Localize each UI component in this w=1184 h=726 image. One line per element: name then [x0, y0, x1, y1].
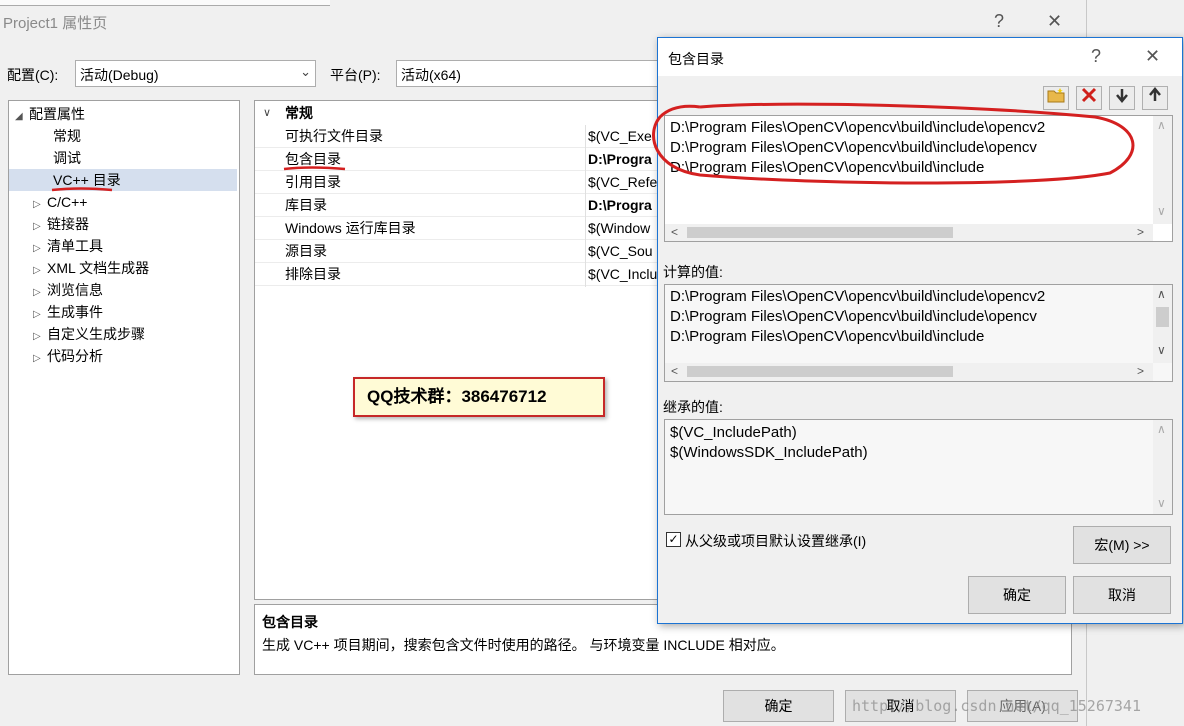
tree-item-label: 代码分析	[47, 348, 103, 364]
underline-vc-dirs	[51, 187, 113, 192]
tree-item-label: XML 文档生成器	[47, 260, 150, 276]
scroll-thumb[interactable]	[1156, 307, 1169, 327]
list-item: D:\Program Files\OpenCV\opencv\build\inc…	[670, 328, 985, 345]
list-item: $(WindowsSDK_IncludePath)	[670, 444, 868, 461]
close-icon[interactable]: ✕	[1047, 11, 1062, 32]
tree-item[interactable]: ▷ 自定义生成步骤	[33, 323, 145, 345]
tree-item[interactable]: ▷ XML 文档生成器	[33, 257, 149, 279]
scroll-left-icon[interactable]: <	[671, 225, 678, 239]
property-value: $(VC_Inclu	[588, 266, 658, 282]
property-name: Windows 运行库目录	[285, 220, 416, 236]
macro-button[interactable]: 宏(M) >>	[1073, 526, 1171, 564]
horizontal-scrollbar[interactable]: < >	[665, 224, 1153, 241]
property-row[interactable]: Windows 运行库目录 $(Window	[255, 217, 675, 240]
tree-item[interactable]: ▷ 生成事件	[33, 301, 103, 323]
tree-item-label: 链接器	[47, 216, 89, 232]
scroll-right-icon[interactable]: >	[1137, 225, 1144, 239]
inherited-label: 继承的值:	[663, 399, 723, 415]
dialog-titlebar: 包含目录 ? ✕	[658, 38, 1182, 76]
scroll-right-icon[interactable]: >	[1137, 364, 1144, 378]
scroll-down-icon[interactable]: ∨	[1157, 204, 1166, 218]
watermark: http://blog.csdn.net/qq_15267341	[852, 697, 1141, 715]
inherited-list: $(VC_IncludePath) $(WindowsSDK_IncludePat…	[664, 419, 1173, 515]
vertical-scrollbar[interactable]: ∧ ∨	[1153, 116, 1172, 224]
tree-item-label: 清单工具	[47, 238, 103, 254]
property-row[interactable]: 源目录 $(VC_Sou	[255, 240, 675, 263]
scroll-down-icon[interactable]: ∨	[1157, 496, 1166, 510]
inherit-checkbox-label[interactable]: 从父级或项目默认设置继承(I)	[685, 531, 866, 551]
computed-label: 计算的值:	[663, 264, 723, 280]
scroll-left-icon[interactable]: <	[671, 364, 678, 378]
tree-item-label: 生成事件	[47, 304, 103, 320]
tree-item[interactable]: ▷ 代码分析	[33, 345, 103, 367]
list-item: D:\Program Files\OpenCV\opencv\build\inc…	[670, 308, 1037, 325]
property-name: 源目录	[285, 243, 327, 259]
dialog-help-button[interactable]: ?	[1091, 46, 1101, 67]
property-value: $(Window	[588, 220, 651, 236]
list-item: $(VC_IncludePath)	[670, 424, 797, 441]
expand-triangle-icon: ▷	[33, 353, 41, 364]
scroll-up-icon[interactable]: ∧	[1157, 118, 1166, 132]
computed-list: D:\Program Files\OpenCV\opencv\build\inc…	[664, 284, 1173, 382]
annotation-loop	[652, 102, 1135, 185]
dialog-title: 包含目录	[668, 51, 724, 67]
scroll-down-icon[interactable]: ∨	[1157, 343, 1166, 357]
scroll-up-icon[interactable]: ∧	[1157, 287, 1166, 301]
dialog-close-icon[interactable]: ✕	[1145, 46, 1160, 67]
computed-vscroll[interactable]: ∧ ∨	[1153, 285, 1172, 363]
computed-hscroll[interactable]: < >	[665, 363, 1153, 381]
dialog-cancel-button[interactable]: 取消	[1073, 576, 1171, 614]
description-title: 包含目录	[262, 614, 318, 630]
tree-item-label: 浏览信息	[47, 282, 103, 298]
property-name: 排除目录	[285, 266, 341, 282]
scroll-thumb[interactable]	[687, 366, 953, 377]
description-text: 生成 VC++ 项目期间，搜索包含文件时使用的路径。 与环境变量 INCLUDE…	[262, 637, 785, 653]
property-row[interactable]: 排除目录 $(VC_Inclu	[255, 263, 675, 286]
ok-button[interactable]: 确定	[723, 690, 834, 722]
annotation-marks	[51, 166, 346, 192]
qq-group-note: QQ技术群：386476712	[353, 377, 605, 417]
underline-include-dirs	[283, 166, 346, 171]
scroll-up-icon[interactable]: ∧	[1157, 422, 1166, 436]
tree-item[interactable]: ▷ 浏览信息	[33, 279, 103, 301]
tree-item[interactable]: ▷ 清单工具	[33, 235, 103, 257]
list-item: D:\Program Files\OpenCV\opencv\build\inc…	[670, 288, 1046, 305]
inherit-checkbox[interactable]: ✓	[666, 532, 681, 547]
tree-item[interactable]: ▷ 链接器	[33, 213, 89, 235]
help-button[interactable]: ?	[994, 11, 1004, 32]
scroll-thumb[interactable]	[687, 227, 953, 238]
inherited-vscroll[interactable]: ∧ ∨	[1153, 420, 1172, 514]
tree-item-label: 自定义生成步骤	[47, 326, 145, 342]
dialog-ok-button[interactable]: 确定	[968, 576, 1066, 614]
property-value: $(VC_Sou	[588, 243, 653, 259]
